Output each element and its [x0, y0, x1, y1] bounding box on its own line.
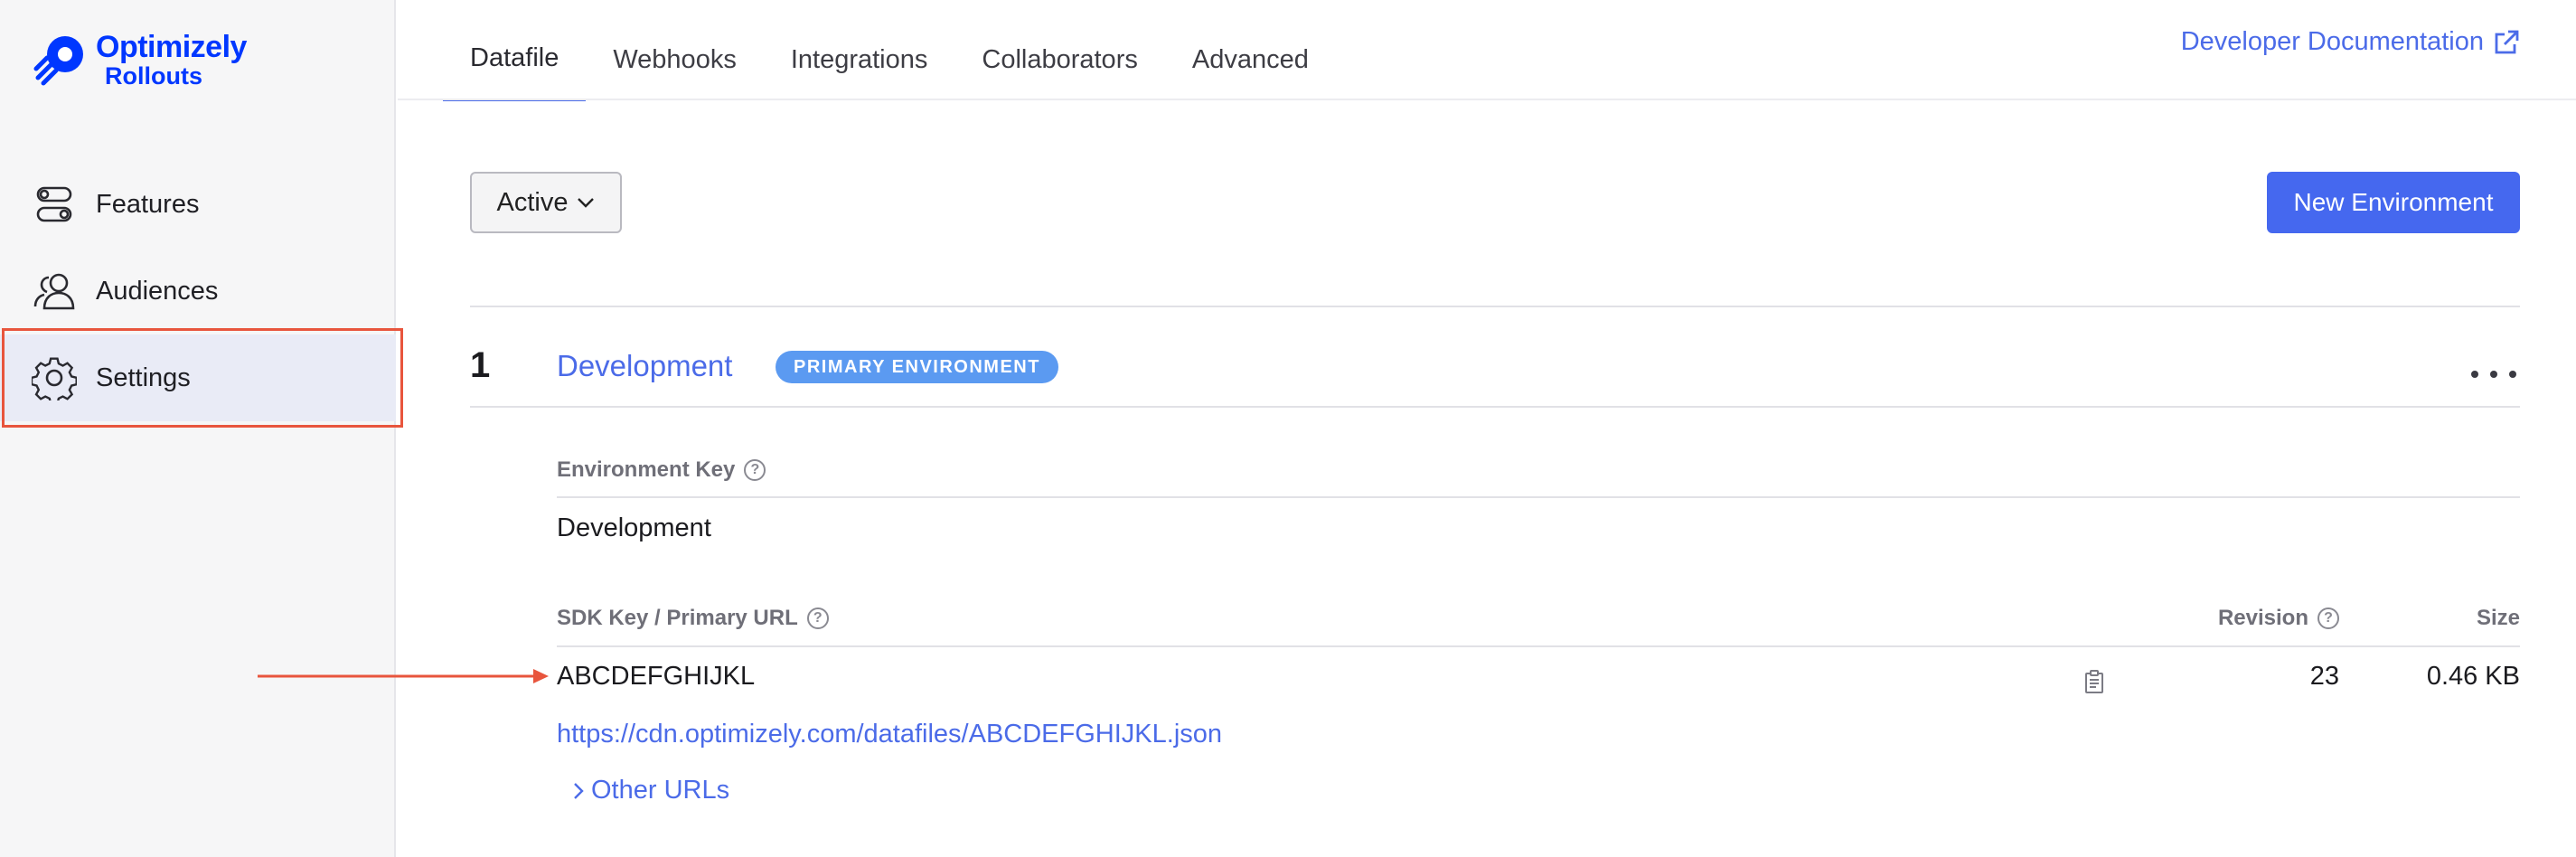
environment-key-value: Development [557, 513, 711, 542]
rollouts-logo-icon [33, 36, 83, 86]
size-column-header: Size [2476, 606, 2520, 630]
divider [470, 406, 2520, 408]
external-link-icon [2495, 30, 2519, 53]
divider [557, 496, 2520, 498]
brand-product: Rollouts [105, 61, 202, 89]
datafile-url-link[interactable]: https://cdn.optimizely.com/datafiles/ABC… [557, 720, 1222, 749]
environment-key-label: Environment Key ? [557, 457, 766, 483]
sidebar-item-label: Audiences [96, 276, 219, 306]
help-icon[interactable]: ? [806, 607, 829, 629]
sidebar: Optimizely Rollouts Features Audiences S… [0, 0, 396, 857]
other-urls-toggle[interactable]: Other URLs [573, 776, 729, 805]
divider [557, 645, 2520, 647]
more-options-button[interactable] [2471, 358, 2516, 391]
more-dot-icon [2471, 371, 2478, 378]
chevron-right-icon [574, 782, 584, 799]
environment-number: 1 [470, 345, 491, 385]
status-filter-dropdown[interactable]: Active [470, 172, 622, 233]
brand-logo[interactable]: Optimizely Rollouts [33, 31, 247, 89]
tab-integrations[interactable]: Integrations [764, 0, 955, 101]
sidebar-item-features[interactable]: Features [0, 161, 396, 248]
other-urls-label: Other URLs [591, 776, 730, 805]
more-dot-icon [2509, 371, 2516, 378]
clipboard-icon[interactable] [2084, 669, 2104, 694]
tab-datafile[interactable]: Datafile [443, 0, 587, 101]
tab-webhooks[interactable]: Webhooks [586, 0, 764, 101]
help-icon[interactable]: ? [744, 459, 766, 481]
primary-environment-badge: PRIMARY ENVIRONMENT [776, 351, 1058, 383]
sidebar-item-label: Features [96, 189, 200, 219]
top-tabs: Datafile Webhooks Integrations Collabora… [443, 0, 1336, 101]
gear-icon [31, 354, 78, 401]
revision-column-header: Revision ? [2218, 606, 2339, 631]
revision-value: 23 [2309, 662, 2339, 691]
tabs-divider [398, 99, 2576, 100]
more-dot-icon [2490, 371, 2497, 378]
developer-documentation-label: Developer Documentation [2180, 27, 2484, 56]
environment-name-link[interactable]: Development [557, 349, 732, 383]
tab-advanced[interactable]: Advanced [1165, 0, 1336, 101]
toggle-icon [31, 181, 78, 228]
help-icon[interactable]: ? [2317, 607, 2339, 629]
divider [470, 306, 2520, 307]
size-value: 0.46 KB [2426, 662, 2520, 691]
sidebar-item-audiences[interactable]: Audiences [0, 248, 396, 334]
sdk-key-column-header: SDK Key / Primary URL ? [557, 606, 829, 631]
developer-documentation-link[interactable]: Developer Documentation [2181, 27, 2520, 57]
new-environment-button[interactable]: New Environment [2267, 172, 2520, 233]
tab-collaborators[interactable]: Collaborators [954, 0, 1164, 101]
chevron-down-icon [578, 198, 595, 208]
sidebar-item-settings[interactable]: Settings [0, 334, 396, 421]
sdk-key-value: ABCDEFGHIJKL [557, 662, 756, 691]
sidebar-item-label: Settings [96, 363, 191, 392]
status-filter-value: Active [496, 187, 569, 217]
brand-name: Optimizely [96, 29, 247, 64]
users-icon [31, 268, 78, 315]
